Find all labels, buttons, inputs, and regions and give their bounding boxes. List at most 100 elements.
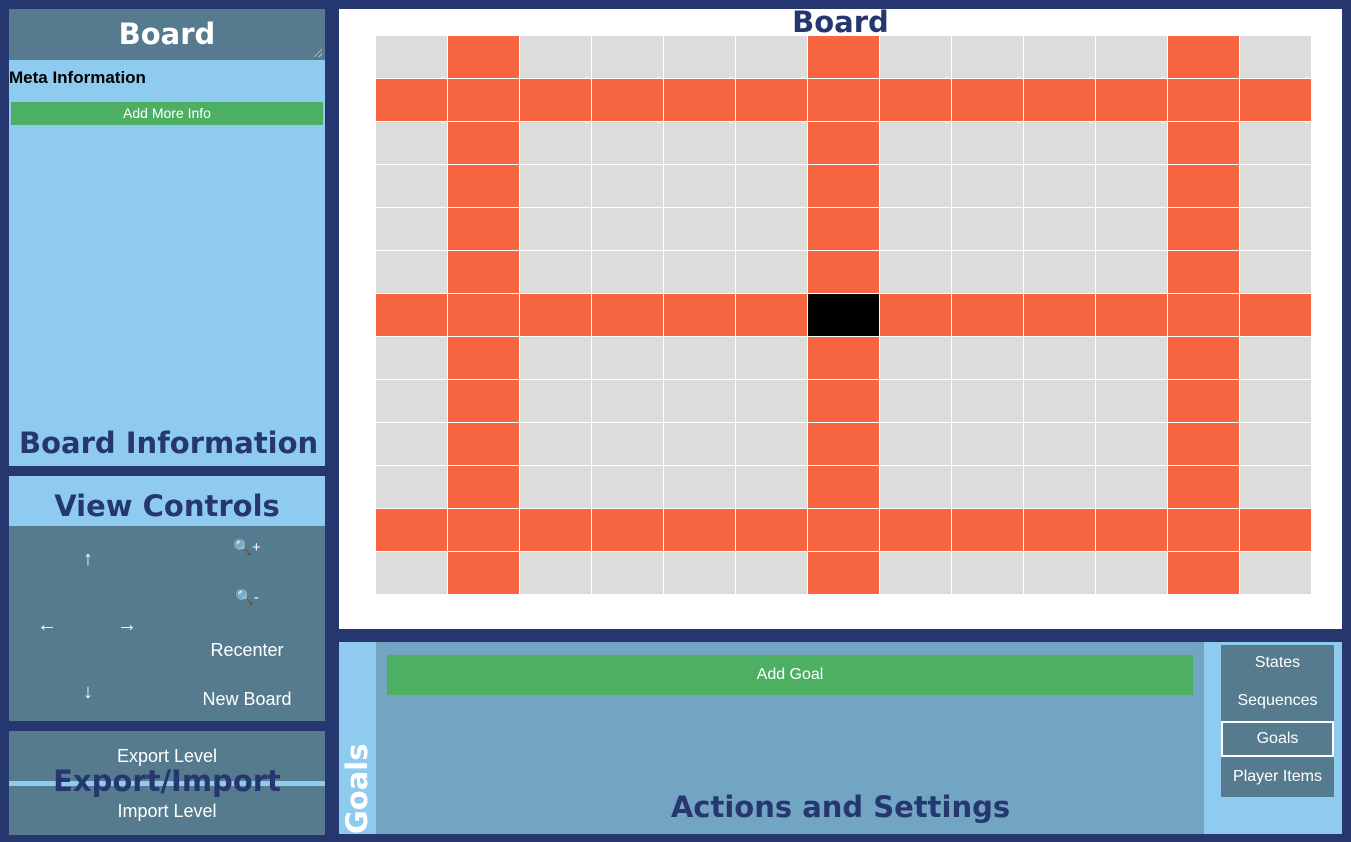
board-cell[interactable]: [1024, 466, 1095, 508]
board-cell[interactable]: [520, 36, 591, 78]
board-cell[interactable]: [952, 466, 1023, 508]
board-cell[interactable]: [592, 251, 663, 293]
board-cell-path[interactable]: [1168, 165, 1239, 207]
tab-sequences[interactable]: Sequences: [1221, 683, 1334, 719]
board-cell[interactable]: [1096, 251, 1167, 293]
board-cell[interactable]: [952, 552, 1023, 594]
board-cell-path[interactable]: [1024, 79, 1095, 121]
board-cell-path[interactable]: [376, 294, 447, 336]
board-cell[interactable]: [592, 208, 663, 250]
board-cell[interactable]: [1240, 337, 1311, 379]
board-cell-path[interactable]: [880, 294, 951, 336]
board-cell[interactable]: [880, 380, 951, 422]
board-cell-path[interactable]: [1168, 466, 1239, 508]
board-cell-path[interactable]: [376, 509, 447, 551]
board-cell-path[interactable]: [448, 208, 519, 250]
board-cell-path[interactable]: [736, 294, 807, 336]
board-cell[interactable]: [952, 208, 1023, 250]
board-cell[interactable]: [736, 165, 807, 207]
pan-left-button[interactable]: ←: [35, 614, 59, 637]
board-cell[interactable]: [592, 466, 663, 508]
board-cell[interactable]: [1096, 380, 1167, 422]
board-cell[interactable]: [1240, 423, 1311, 465]
board-cell-path[interactable]: [448, 509, 519, 551]
board-cell-path[interactable]: [520, 294, 591, 336]
board-cell-path[interactable]: [1168, 423, 1239, 465]
board-cell-path[interactable]: [1240, 79, 1311, 121]
board-cell[interactable]: [664, 122, 735, 164]
board-cell-path[interactable]: [808, 79, 879, 121]
board-cell-path[interactable]: [448, 423, 519, 465]
board-cell-path[interactable]: [808, 208, 879, 250]
board-cell[interactable]: [664, 423, 735, 465]
board-cell-path[interactable]: [1168, 294, 1239, 336]
board-cell[interactable]: [1024, 380, 1095, 422]
board-cell[interactable]: [1096, 466, 1167, 508]
board-cell[interactable]: [880, 36, 951, 78]
board-cell[interactable]: [952, 122, 1023, 164]
board-cell-path[interactable]: [736, 79, 807, 121]
board-cell[interactable]: [1024, 165, 1095, 207]
board-cell[interactable]: [520, 423, 591, 465]
board-cell-path[interactable]: [808, 337, 879, 379]
board-cell[interactable]: [880, 122, 951, 164]
board-cell[interactable]: [520, 337, 591, 379]
board-cell-path[interactable]: [1168, 509, 1239, 551]
board-cell-path[interactable]: [1168, 122, 1239, 164]
board-cell[interactable]: [736, 337, 807, 379]
board-cell[interactable]: [952, 251, 1023, 293]
board-cell-path[interactable]: [448, 36, 519, 78]
board-cell[interactable]: [1096, 552, 1167, 594]
board-cell[interactable]: [1096, 337, 1167, 379]
board-cell[interactable]: [520, 251, 591, 293]
tab-goals[interactable]: Goals: [1221, 721, 1334, 757]
board-cell[interactable]: [1240, 36, 1311, 78]
board-cell[interactable]: [520, 122, 591, 164]
board-cell[interactable]: [736, 208, 807, 250]
board-cell[interactable]: [736, 552, 807, 594]
board-cell[interactable]: [880, 552, 951, 594]
board-cell-path[interactable]: [1096, 294, 1167, 336]
board-cell[interactable]: [1240, 466, 1311, 508]
board-cell[interactable]: [664, 36, 735, 78]
board-cell[interactable]: [664, 251, 735, 293]
board-cell[interactable]: [1240, 552, 1311, 594]
board-cell-path[interactable]: [808, 122, 879, 164]
board-cell[interactable]: [520, 208, 591, 250]
board-cell-path[interactable]: [1024, 294, 1095, 336]
board-cell[interactable]: [880, 208, 951, 250]
board-cell-path[interactable]: [592, 509, 663, 551]
board-cell-path[interactable]: [448, 251, 519, 293]
board-cell[interactable]: [736, 251, 807, 293]
pan-down-button[interactable]: ↓: [77, 681, 99, 704]
board-cell[interactable]: [1096, 423, 1167, 465]
board-cell[interactable]: [376, 251, 447, 293]
board-cell-path[interactable]: [880, 509, 951, 551]
board-cell[interactable]: [880, 423, 951, 465]
board-cell-path[interactable]: [1168, 337, 1239, 379]
board-cell[interactable]: [376, 423, 447, 465]
board-cell[interactable]: [592, 552, 663, 594]
board-cell-path[interactable]: [664, 509, 735, 551]
board-cell[interactable]: [1096, 208, 1167, 250]
board-cell[interactable]: [952, 165, 1023, 207]
board-cell-path[interactable]: [1096, 79, 1167, 121]
board-cell[interactable]: [1096, 36, 1167, 78]
board-cell[interactable]: [664, 552, 735, 594]
board-cell[interactable]: [1024, 337, 1095, 379]
zoom-out-button[interactable]: 🔍-: [227, 588, 267, 606]
board-grid[interactable]: [376, 36, 1311, 594]
board-cell[interactable]: [880, 165, 951, 207]
board-cell-path[interactable]: [592, 79, 663, 121]
board-cell[interactable]: [376, 466, 447, 508]
board-cell[interactable]: [520, 380, 591, 422]
board-cell-path[interactable]: [1168, 552, 1239, 594]
board-cell[interactable]: [592, 36, 663, 78]
board-cell-path[interactable]: [664, 79, 735, 121]
pan-up-button[interactable]: ↑: [77, 548, 99, 571]
board-cell-path[interactable]: [808, 380, 879, 422]
board-cell-path[interactable]: [952, 79, 1023, 121]
board-cell[interactable]: [376, 380, 447, 422]
board-cell-path[interactable]: [1168, 208, 1239, 250]
board-cell[interactable]: [1024, 122, 1095, 164]
